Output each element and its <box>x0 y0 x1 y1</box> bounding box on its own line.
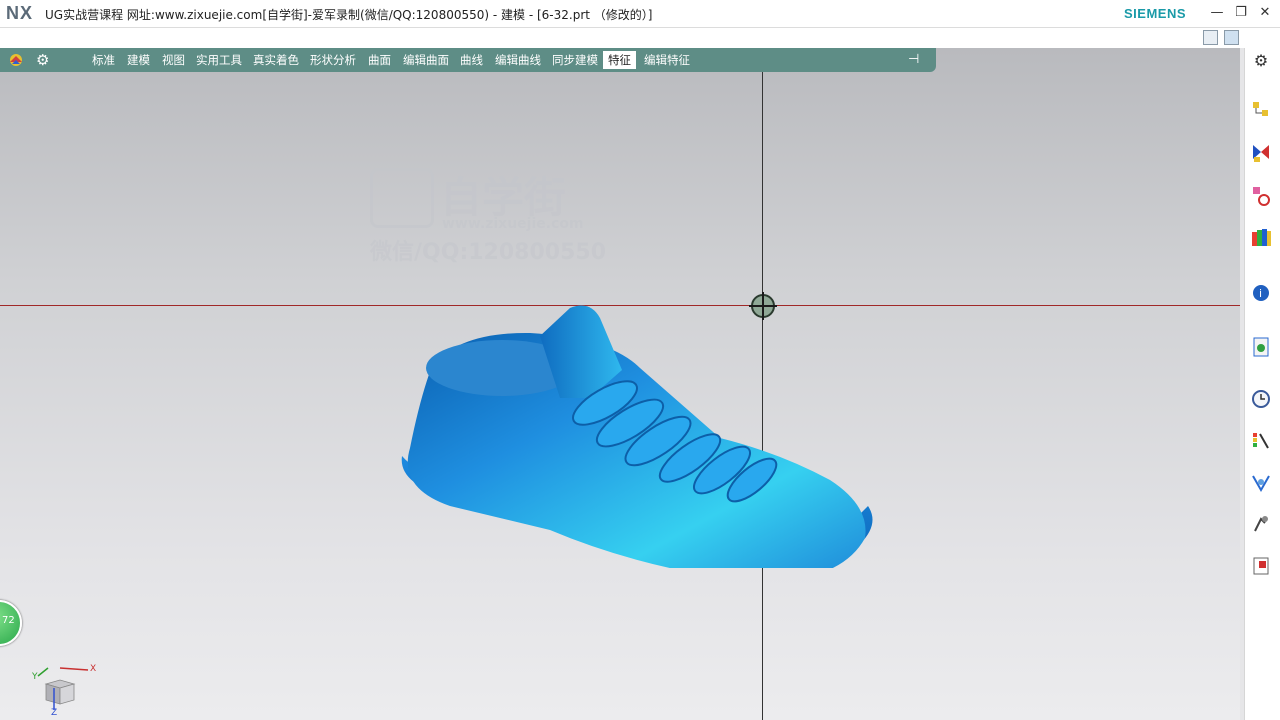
checkbox-icon[interactable] <box>1203 30 1218 45</box>
tab-edit-curve[interactable]: 编辑曲线 <box>495 52 541 68</box>
web-browser-icon[interactable] <box>1250 336 1272 358</box>
tab-modeling[interactable]: 建模 <box>127 52 150 68</box>
minimize-button[interactable]: — <box>1207 4 1227 22</box>
resource-settings-gear-icon[interactable]: ⚙ <box>1250 50 1272 72</box>
system-materials-icon[interactable] <box>1250 430 1272 452</box>
tab-edit-feature[interactable]: 编辑特征 <box>644 52 690 68</box>
tab-standard[interactable]: 标准 <box>92 52 115 68</box>
part-navigator-icon[interactable] <box>1250 185 1272 207</box>
roles-icon[interactable] <box>1250 513 1272 535</box>
toolbar-pin-icon[interactable]: ⊣ <box>908 51 919 69</box>
tab-shape-analysis[interactable]: 形状分析 <box>310 52 356 68</box>
process-studio-icon[interactable] <box>1250 472 1272 494</box>
siemens-logo: SIEMENS <box>1124 6 1187 21</box>
window-icon[interactable] <box>1224 30 1239 45</box>
triad-z-label: Z <box>51 708 58 718</box>
triad-y-label: Y <box>32 672 38 682</box>
triad-x-label: X <box>90 664 97 674</box>
assembly-navigator-icon[interactable] <box>1250 100 1272 122</box>
settings-gear-icon[interactable]: ⚙ <box>36 51 49 69</box>
shoe-model[interactable] <box>390 248 890 568</box>
top-toolbar: ⚙ 标准 建模 视图 实用工具 真实着色 形状分析 曲面 编辑曲面 曲线 编辑曲… <box>0 48 936 72</box>
window-title: UG实战营课程 网址:www.zixuejie.com[自学街]-爱军录制(微信… <box>45 8 653 22</box>
svg-text:i: i <box>1259 287 1262 300</box>
tab-sync-modeling[interactable]: 同步建模 <box>552 52 598 68</box>
reuse-library-icon[interactable] <box>1250 226 1272 248</box>
title-bar: NX UG实战营课程 网址:www.zixuejie.com[自学街]-爱军录制… <box>0 0 1280 28</box>
watermark-url: www.zixuejie.com <box>442 216 584 232</box>
triad-axes-icon <box>37 667 89 710</box>
watermark-logo-icon <box>370 168 434 228</box>
tab-utilities[interactable]: 实用工具 <box>196 52 242 68</box>
nx-logo: NX <box>6 3 34 23</box>
graphics-viewport[interactable]: 自学街 www.zixuejie.com 微信/QQ:120800550 ⚙ 标… <box>0 48 1240 720</box>
crosshair-snap-icon[interactable] <box>749 292 777 320</box>
tab-edit-surface[interactable]: 编辑曲面 <box>403 52 449 68</box>
tab-surface[interactable]: 曲面 <box>368 52 391 68</box>
history-clock-icon[interactable] <box>1250 388 1272 410</box>
palette-icon[interactable] <box>1250 555 1272 577</box>
restore-button[interactable]: ❐ <box>1231 4 1251 22</box>
tab-view[interactable]: 视图 <box>162 52 185 68</box>
constraint-navigator-icon[interactable] <box>1250 142 1272 164</box>
tab-true-shading[interactable]: 真实着色 <box>253 52 299 68</box>
nx-app-icon[interactable] <box>8 52 24 68</box>
status-badge-text: 72 <box>2 615 15 626</box>
info-icon[interactable]: i <box>1250 280 1272 302</box>
tab-curve[interactable]: 曲线 <box>460 52 483 68</box>
tab-feature[interactable]: 特征 <box>603 51 636 69</box>
view-triad: X Y Z <box>30 658 110 718</box>
ribbon-strip <box>0 28 1280 48</box>
status-badge[interactable]: 72 <box>0 600 22 646</box>
close-button[interactable]: ✕ <box>1255 4 1275 22</box>
resource-bar: ⚙ i <box>1244 48 1280 720</box>
